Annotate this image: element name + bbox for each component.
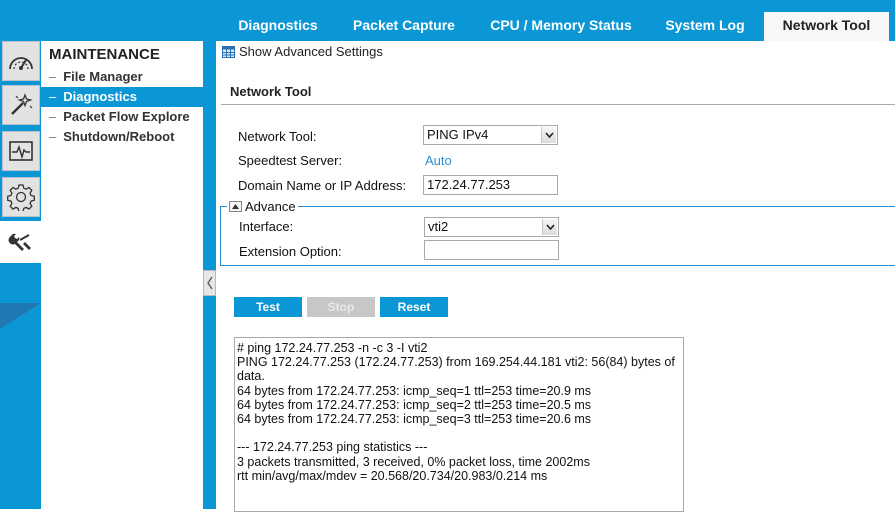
- chevron-left-icon: [206, 276, 213, 290]
- tab-network-tool[interactable]: Network Tool: [764, 12, 889, 41]
- collapse-up-icon: [229, 201, 242, 212]
- wizard-icon: [11, 93, 33, 115]
- network-tool-label: Network Tool:: [238, 129, 317, 144]
- gear-icon: [7, 184, 35, 211]
- table-icon: [222, 45, 235, 58]
- menu-item-label: Diagnostics: [63, 89, 137, 104]
- menu-item-file-manager[interactable]: – File Manager: [41, 67, 203, 87]
- rail-settings-button[interactable]: [2, 177, 40, 217]
- menu-item-packet-flow-explore[interactable]: – Packet Flow Explore: [41, 107, 203, 127]
- rail-monitor-button[interactable]: [2, 131, 40, 171]
- show-advanced-settings-toggle[interactable]: Show Advanced Settings: [222, 44, 383, 59]
- interface-select[interactable]: vti2: [424, 217, 559, 237]
- command-output[interactable]: # ping 172.24.77.253 -n -c 3 -I vti2 PIN…: [234, 337, 684, 512]
- stop-button: Stop: [307, 297, 375, 317]
- maintenance-tools-icon: [8, 233, 31, 251]
- tab-diagnostics[interactable]: Diagnostics: [224, 12, 332, 41]
- interface-label: Interface:: [239, 219, 294, 234]
- extension-option-label: Extension Option:: [239, 244, 342, 259]
- collapse-menu-handle[interactable]: [203, 270, 216, 296]
- rail-wizard-button[interactable]: [2, 85, 40, 125]
- advance-legend-label: Advance: [245, 199, 296, 214]
- speedtest-server-value[interactable]: Auto: [425, 153, 452, 168]
- menu-item-label: Shutdown/Reboot: [63, 129, 175, 144]
- chevron-down-icon: [541, 127, 556, 143]
- chevron-down-icon: [542, 219, 557, 235]
- network-tool-select-value: PING IPv4: [427, 127, 489, 142]
- domain-label: Domain Name or IP Address:: [238, 178, 407, 193]
- menu-item-diagnostics[interactable]: – Diagnostics: [41, 87, 203, 107]
- extension-option-input[interactable]: [424, 240, 559, 260]
- tab-cpu-memory-status[interactable]: CPU / Memory Status: [478, 12, 644, 41]
- icon-rail: [0, 41, 41, 509]
- menu-dash: –: [49, 129, 57, 144]
- rail-dashboard-button[interactable]: [2, 41, 40, 81]
- network-tool-select[interactable]: PING IPv4: [423, 125, 558, 145]
- menu-item-label: Packet Flow Explore: [63, 109, 190, 124]
- menu-title: MAINTENANCE: [49, 46, 160, 63]
- tab-system-log[interactable]: System Log: [652, 12, 758, 41]
- top-tab-bar: Diagnostics Packet Capture CPU / Memory …: [0, 0, 895, 41]
- menu-dash: –: [49, 89, 57, 104]
- domain-input[interactable]: 172.24.77.253: [423, 175, 558, 195]
- main-content: Show Advanced Settings Network Tool Netw…: [216, 41, 895, 512]
- section-header: Network Tool: [221, 81, 895, 105]
- test-button[interactable]: Test: [234, 297, 302, 317]
- menu-dash: –: [49, 69, 57, 84]
- dashboard-icon: [9, 57, 33, 70]
- tab-packet-capture[interactable]: Packet Capture: [340, 12, 468, 41]
- interface-select-value: vti2: [428, 219, 449, 234]
- speedtest-server-label: Speedtest Server:: [238, 153, 343, 168]
- maintenance-menu: MAINTENANCE – File Manager – Diagnostics –…: [41, 41, 203, 509]
- menu-item-label: File Manager: [63, 69, 143, 84]
- advance-collapse-toggle[interactable]: Advance: [227, 199, 298, 214]
- section-title: Network Tool: [230, 84, 312, 99]
- rail-maintenance-button[interactable]: [0, 221, 41, 263]
- menu-dash: –: [49, 109, 57, 124]
- reset-button[interactable]: Reset: [380, 297, 448, 317]
- rail-decoration: [0, 303, 41, 329]
- menu-item-shutdown-reboot[interactable]: – Shutdown/Reboot: [41, 127, 203, 147]
- show-advanced-settings-label: Show Advanced Settings: [239, 44, 383, 59]
- monitor-icon: [9, 141, 33, 161]
